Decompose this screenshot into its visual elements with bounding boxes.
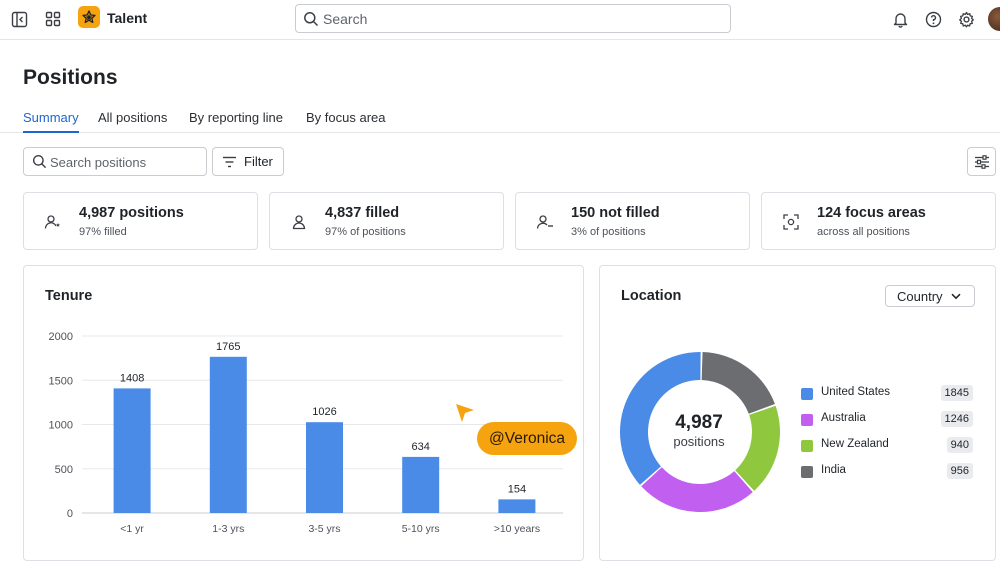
collaborator-cursor-icon [456, 404, 474, 422]
y-tick-label: 0 [67, 508, 73, 520]
legend-value: 1845 [940, 385, 973, 401]
legend-label: India [821, 464, 846, 476]
legend-label: Australia [821, 412, 866, 424]
legend-item: New Zealand 940 [801, 436, 975, 462]
legend-swatch [801, 440, 813, 452]
person-icon [292, 215, 306, 230]
person-star-icon [44, 215, 60, 229]
view-settings-button[interactable] [967, 147, 996, 176]
donut-slice [641, 467, 753, 512]
tab-summary[interactable]: Summary [23, 110, 79, 133]
donut-center-label: positions [673, 434, 725, 449]
positions-search[interactable] [23, 147, 207, 176]
top-bar: Talent [0, 0, 1000, 40]
tenure-panel: Tenure 0 500 1000 1500 2000 1408 <1 yr 1765 1-3 … [23, 265, 584, 561]
filter-button[interactable]: Filter [212, 147, 284, 176]
chevron-down-icon [951, 293, 961, 299]
bar-value-label: 1026 [312, 406, 336, 418]
legend-label: New Zealand [821, 438, 889, 450]
legend-value: 1246 [940, 411, 973, 427]
x-tick-label: 1-3 yrs [212, 523, 244, 535]
stat-card-filled: 4,837 filled 97% of positions [269, 192, 504, 250]
tab-all-positions[interactable]: All positions [98, 110, 167, 133]
x-tick-label: 3-5 yrs [308, 523, 340, 535]
tenure-bar-chart: 0 500 1000 1500 2000 1408 <1 yr 1765 1-3 yrs 1026… [49, 331, 563, 535]
location-panel: Location Country 4,987 positions United … [599, 265, 996, 561]
focus-target-icon [783, 214, 799, 230]
positions-search-input[interactable] [50, 153, 200, 171]
page-title: Positions [23, 66, 118, 89]
tab-bar: Summary All positions By reporting line … [0, 107, 1000, 133]
legend-value: 940 [946, 437, 973, 453]
stat-card-not-filled: 150 not filled 3% of positions [515, 192, 750, 250]
x-tick-label: <1 yr [120, 523, 144, 535]
settings-gear-icon[interactable] [955, 8, 977, 30]
stat-card-focus-areas: 124 focus areas across all positions [761, 192, 996, 250]
bar [306, 422, 343, 513]
bar [498, 499, 536, 513]
person-minus-icon [536, 215, 553, 229]
country-dropdown[interactable]: Country [885, 285, 975, 307]
country-dropdown-label: Country [897, 288, 943, 304]
legend-swatch [801, 466, 813, 478]
talent-logo-icon [78, 6, 100, 28]
bar [113, 388, 151, 513]
bar-value-label: 1765 [216, 341, 240, 353]
sidebar-toggle-icon[interactable] [8, 8, 30, 30]
filter-button-label: Filter [244, 154, 273, 169]
donut-center-value: 4,987 [675, 412, 723, 433]
y-tick-label: 2000 [49, 331, 73, 343]
sliders-icon [974, 154, 989, 169]
stat-title: 150 not filled [571, 205, 660, 221]
bar-value-label: 1408 [120, 372, 144, 384]
collaborator-cursor-label: @Veronica [477, 422, 578, 455]
x-tick-label: 5-10 yrs [402, 523, 440, 535]
stat-subtitle: 97% of positions [325, 226, 406, 238]
search-icon [32, 154, 47, 169]
tab-by-reporting-line[interactable]: By reporting line [189, 110, 283, 133]
bar-value-label: 634 [412, 441, 430, 453]
notifications-bell-icon[interactable] [889, 8, 911, 30]
stat-subtitle: 3% of positions [571, 226, 646, 238]
stat-subtitle: across all positions [817, 226, 910, 238]
location-legend: United States 1845 Australia 1246 New Zealan… [801, 384, 975, 488]
y-tick-label: 1000 [49, 420, 73, 432]
legend-swatch [801, 388, 813, 400]
stat-card-positions: 4,987 positions 97% filled [23, 192, 258, 250]
bar [209, 356, 247, 513]
legend-item: United States 1845 [801, 384, 975, 410]
bar-value-label: 154 [508, 483, 526, 495]
y-tick-label: 1500 [49, 375, 73, 387]
global-search[interactable] [295, 4, 731, 33]
help-icon[interactable] [922, 8, 944, 30]
legend-item: India 956 [801, 462, 975, 488]
app-name: Talent [107, 10, 148, 26]
location-title: Location [621, 288, 682, 304]
stat-title: 4,837 filled [325, 205, 400, 221]
user-avatar[interactable] [988, 7, 1000, 31]
legend-label: United States [821, 386, 891, 398]
x-tick-label: >10 years [494, 523, 540, 535]
filter-icon [223, 156, 236, 167]
legend-swatch [801, 414, 813, 426]
stat-title: 124 focus areas [817, 205, 926, 221]
donut-slice [701, 352, 775, 414]
global-search-input[interactable] [323, 9, 723, 29]
legend-value: 956 [946, 463, 973, 479]
legend-item: Australia 1246 [801, 410, 975, 436]
y-tick-label: 500 [55, 464, 73, 476]
stat-subtitle: 97% filled [79, 226, 127, 238]
search-icon [304, 12, 319, 27]
app-grid-icon[interactable] [42, 8, 64, 30]
tab-by-focus-area[interactable]: By focus area [306, 110, 386, 133]
bar [402, 456, 440, 513]
stat-title: 4,987 positions [79, 205, 184, 221]
